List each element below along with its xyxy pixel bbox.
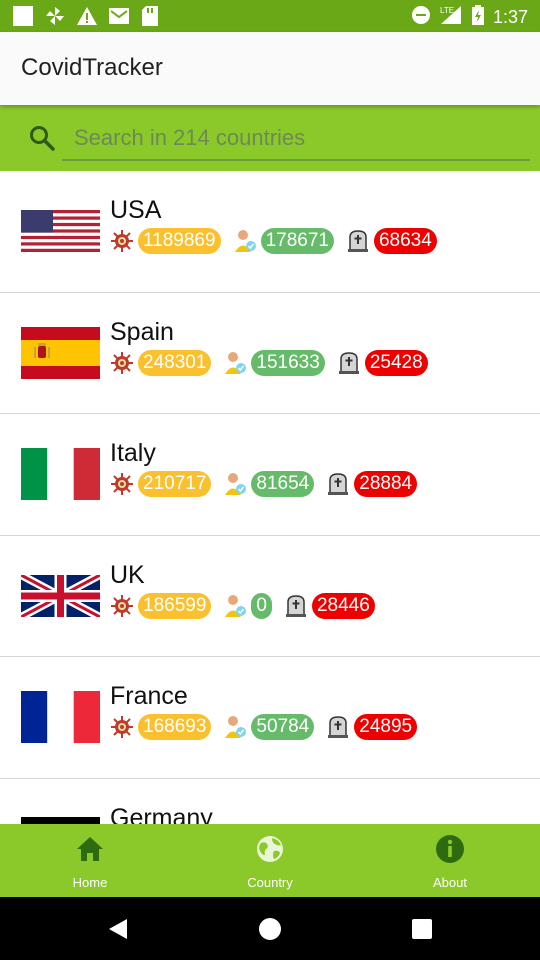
country-name: Spain — [110, 317, 174, 346]
search-input[interactable] — [62, 117, 530, 161]
app-title: CovidTracker — [21, 54, 163, 81]
france-flag — [21, 691, 100, 743]
pinwheel-icon — [44, 5, 66, 32]
recovered-person-icon — [223, 472, 247, 496]
tombstone-icon — [326, 715, 350, 739]
recovered-person-icon — [223, 594, 247, 618]
globe-icon — [255, 834, 285, 869]
country-row-germany[interactable]: Germany — [0, 779, 540, 825]
deaths-badge: 25428 — [364, 349, 428, 376]
nav-about[interactable]: About — [360, 824, 540, 897]
country-name: USA — [110, 196, 162, 224]
spain-flag — [21, 326, 100, 379]
cases-badge: 186599 — [138, 592, 212, 619]
recents-icon[interactable] — [411, 918, 433, 945]
country-name: Italy — [110, 439, 156, 467]
svg-text:LTE: LTE — [440, 6, 454, 15]
virus-icon — [110, 594, 134, 618]
cases-badge: 210717 — [138, 471, 212, 497]
mail-icon — [108, 5, 130, 32]
tombstone-icon — [346, 229, 370, 253]
recovered-badge: 50784 — [251, 714, 315, 740]
recovered-badge: 0 — [251, 592, 272, 619]
notification-icons — [12, 5, 160, 32]
sd-card-icon — [140, 5, 160, 32]
status-bar: LTE 1:37 — [0, 0, 540, 32]
search-icon[interactable] — [28, 124, 56, 157]
us-flag — [21, 210, 100, 262]
back-icon[interactable] — [107, 917, 129, 946]
stats-row: 210717 81654 28884 — [110, 471, 429, 497]
system-status-icons: LTE 1:37 — [411, 4, 528, 31]
stats-row: 168693 50784 24895 — [110, 714, 429, 740]
tombstone-icon — [326, 472, 350, 496]
stats-row: 186599 0 28446 — [110, 592, 387, 619]
tombstone-icon — [337, 351, 361, 375]
stats-row: 248301 151633 25428 — [110, 349, 440, 376]
recovered-person-icon — [223, 715, 247, 739]
bottom-navigation: Home Country About — [0, 824, 540, 897]
recovered-person-icon — [233, 229, 257, 253]
app-bar: CovidTracker — [0, 32, 540, 105]
recovered-badge: 151633 — [251, 349, 325, 376]
italy-flag — [21, 448, 100, 500]
search-bar — [0, 105, 540, 171]
cases-badge: 168693 — [138, 714, 212, 740]
dnd-icon — [411, 5, 431, 30]
home-icon — [75, 834, 105, 869]
country-row-france[interactable]: France 168693 50784 24895 — [0, 657, 540, 779]
nav-home-label: Home — [72, 875, 108, 890]
nav-country[interactable]: Country — [180, 824, 360, 897]
nav-about-label: About — [433, 875, 467, 890]
country-name: Germany — [110, 803, 213, 825]
country-name: UK — [110, 560, 145, 589]
virus-icon — [110, 229, 134, 253]
country-name: France — [110, 682, 188, 710]
system-navigation-bar — [0, 897, 540, 960]
country-row-italy[interactable]: Italy 210717 81654 28884 — [0, 414, 540, 536]
deaths-badge: 28884 — [354, 471, 418, 497]
recovered-badge: 81654 — [251, 471, 315, 497]
virus-icon — [110, 715, 134, 739]
status-time: 1:37 — [492, 7, 528, 27]
recovered-badge: 178671 — [260, 228, 334, 254]
home-button-icon[interactable] — [258, 917, 282, 946]
square-notification-icon — [12, 5, 34, 32]
deaths-badge: 68634 — [373, 228, 437, 254]
country-row-spain[interactable]: Spain 248301 151633 25428 — [0, 293, 540, 414]
germany-flag — [21, 816, 100, 824]
nav-home[interactable]: Home — [0, 824, 180, 897]
warning-icon — [76, 5, 98, 32]
stats-row: 1189869 178671 68634 — [110, 228, 449, 254]
cases-badge: 1189869 — [138, 228, 221, 254]
deaths-badge: 28446 — [311, 592, 375, 619]
nav-country-label: Country — [247, 875, 293, 890]
deaths-badge: 24895 — [354, 714, 418, 740]
signal-icon: LTE — [439, 4, 463, 31]
recovered-person-icon — [223, 351, 247, 375]
cases-badge: 248301 — [138, 349, 212, 376]
battery-icon — [471, 4, 485, 31]
virus-icon — [110, 351, 134, 375]
country-row-uk[interactable]: UK 186599 0 28446 — [0, 536, 540, 657]
virus-icon — [110, 472, 134, 496]
tombstone-icon — [284, 594, 308, 618]
country-row-usa[interactable]: USA 1189869 178671 68634 — [0, 171, 540, 293]
uk-flag — [21, 574, 100, 617]
info-icon — [435, 834, 465, 869]
country-list[interactable]: USA 1189869 178671 68634 Spain 248301 15… — [0, 171, 540, 824]
